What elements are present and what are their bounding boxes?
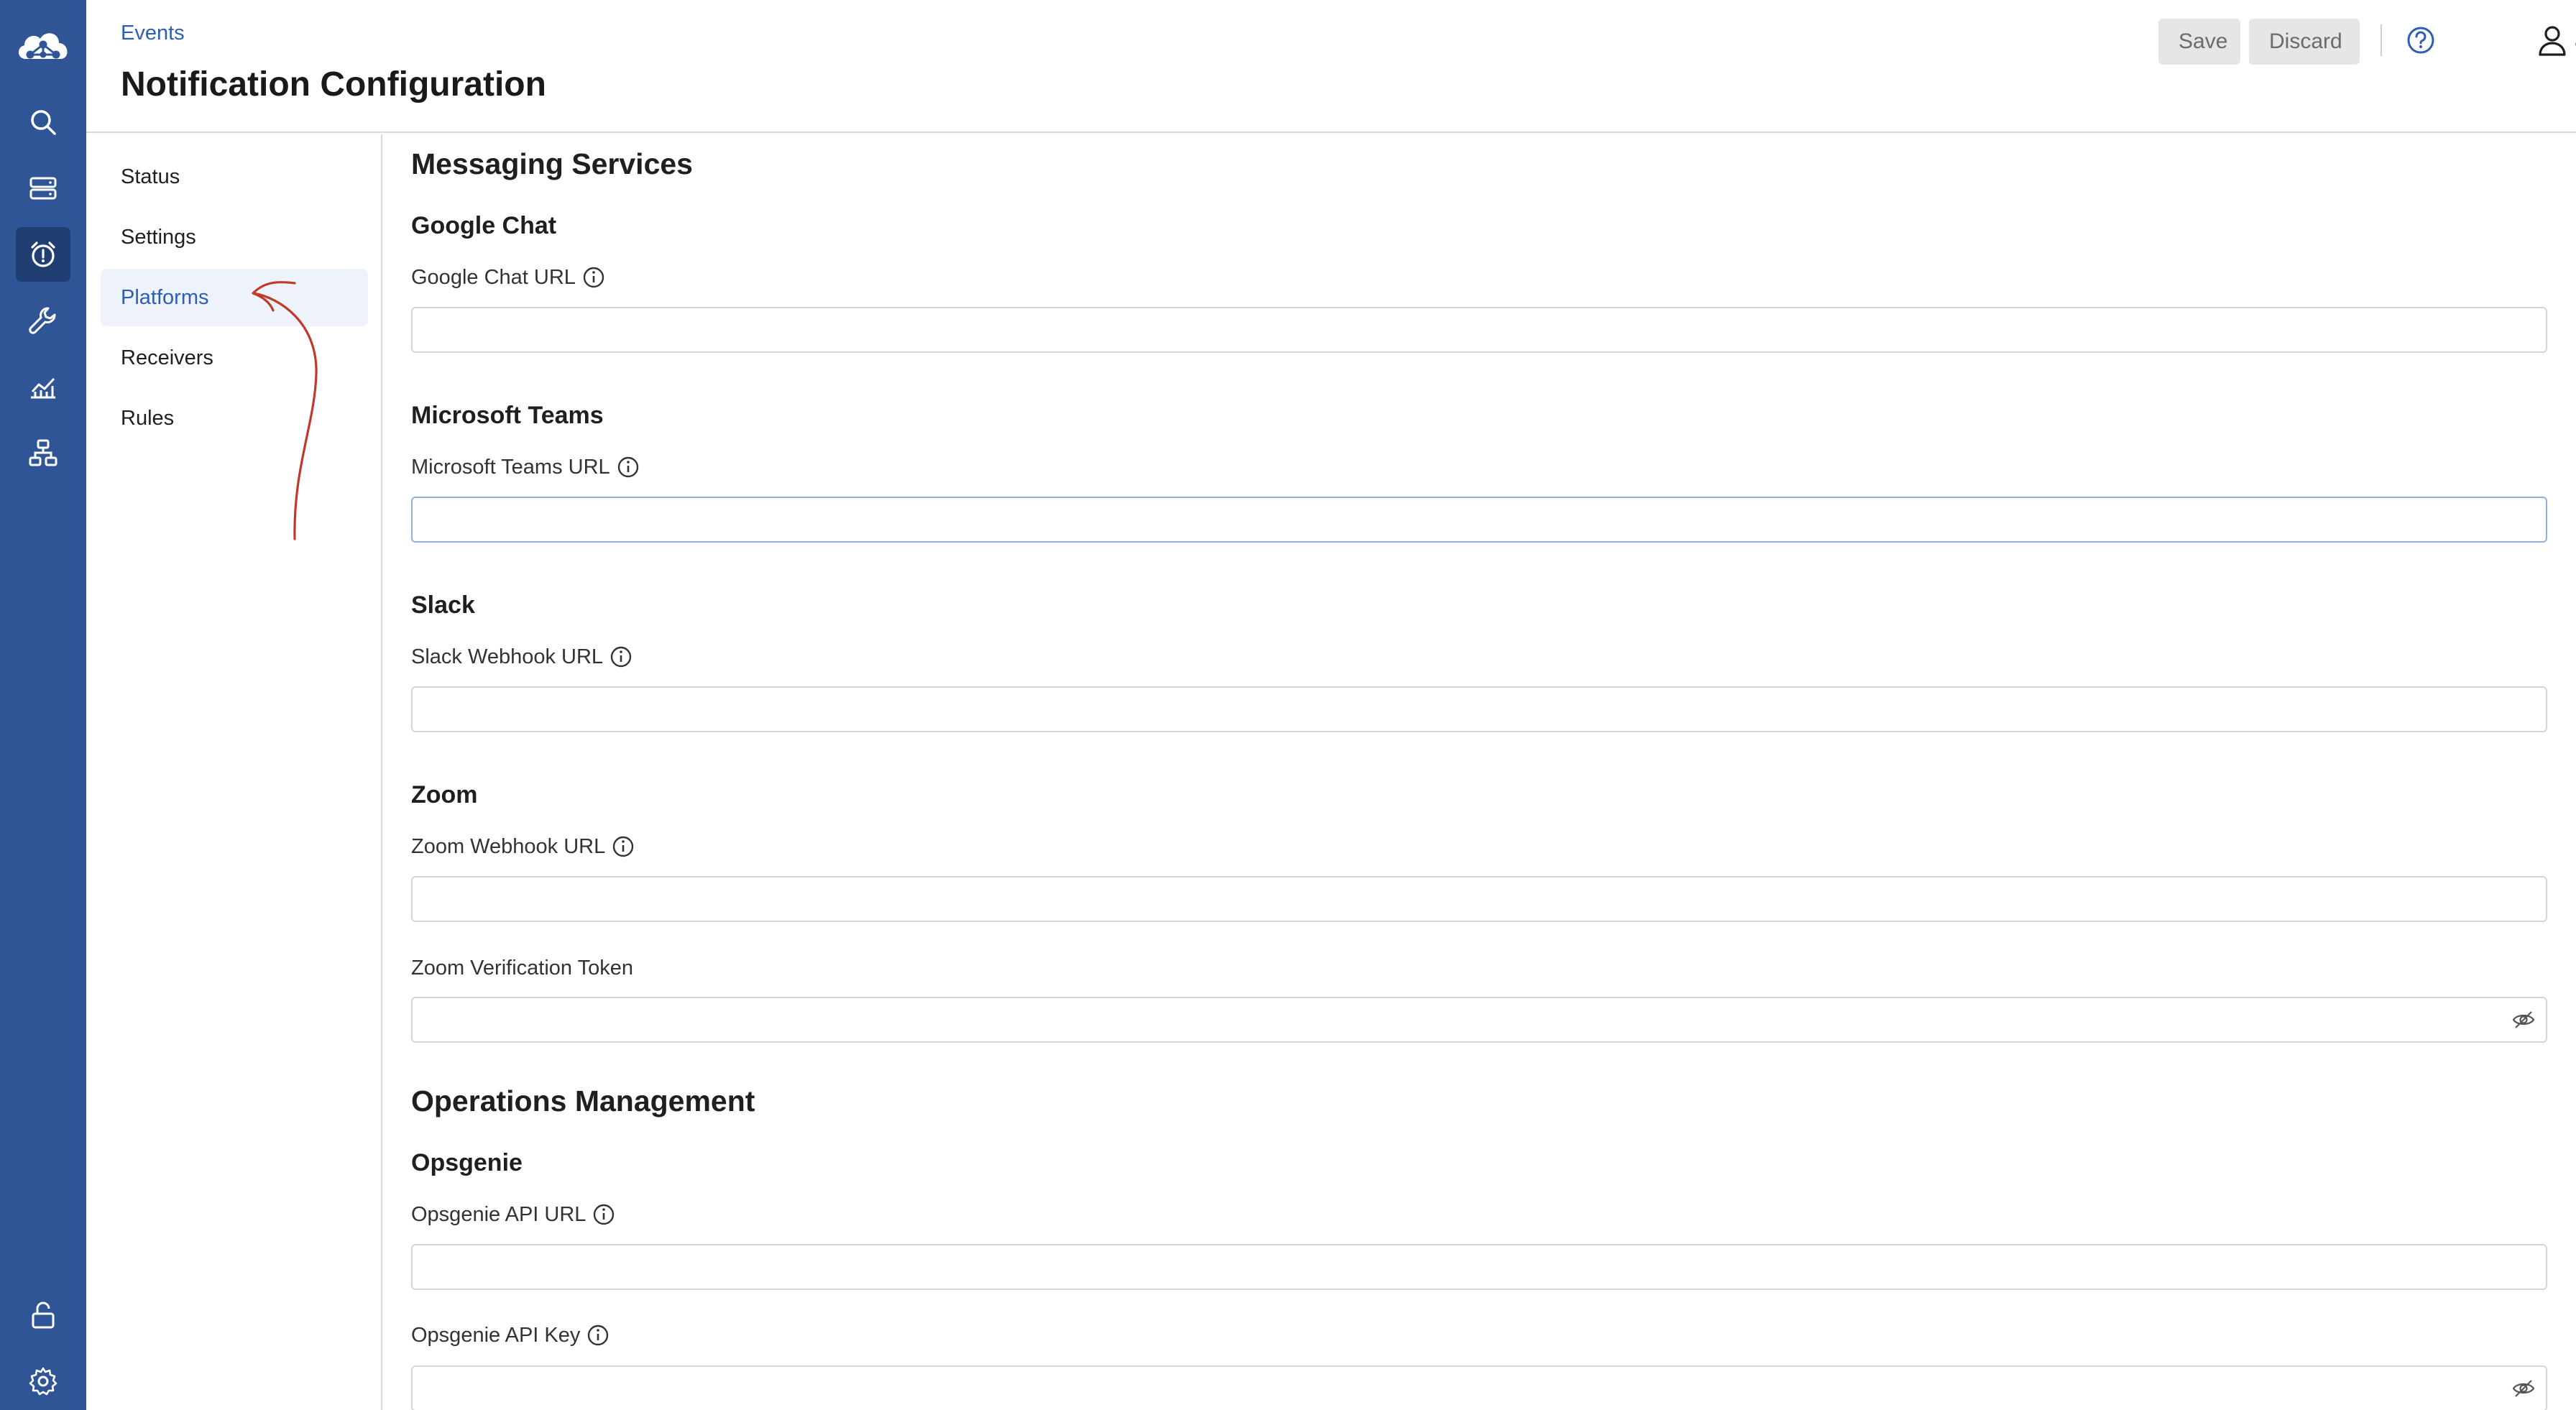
devices-icon[interactable] <box>16 161 70 216</box>
messaging-services-heading: Messaging Services <box>411 147 693 180</box>
settings-subnav: Status Settings Platforms Receivers Rule… <box>86 134 382 1410</box>
cloud-logo-icon[interactable] <box>13 22 73 72</box>
discard-button[interactable]: Discard <box>2249 19 2360 65</box>
platforms-form: Messaging Services Google Chat Google Ch… <box>384 134 2576 1410</box>
settings-gear-icon[interactable] <box>16 1354 70 1409</box>
subnav-item-rules[interactable]: Rules <box>101 390 368 447</box>
info-icon[interactable] <box>611 834 635 859</box>
zoom-heading: Zoom <box>411 781 478 808</box>
slack-heading: Slack <box>411 591 475 619</box>
info-icon[interactable] <box>581 265 606 290</box>
slack-url-label: Slack Webhook URL <box>411 645 633 669</box>
help-icon[interactable] <box>2405 24 2437 56</box>
info-icon[interactable] <box>592 1202 616 1227</box>
subnav-item-status[interactable]: Status <box>101 148 368 206</box>
info-icon[interactable] <box>609 645 633 669</box>
zoom-verification-token-input[interactable] <box>411 997 2547 1043</box>
subnav-item-platforms[interactable]: Platforms <box>101 269 368 326</box>
opsgenie-key-label-text: Opsgenie API Key <box>411 1323 581 1347</box>
breadcrumb-events-link[interactable]: Events <box>121 22 185 45</box>
subnav-item-receivers[interactable]: Receivers <box>101 329 368 387</box>
left-rail <box>0 0 86 1410</box>
zoom-token-label: Zoom Verification Token <box>411 957 633 980</box>
app-root: Events Notification Configuration Save D… <box>0 0 2576 1410</box>
search-icon[interactable] <box>16 95 70 149</box>
info-icon[interactable] <box>616 455 640 479</box>
unlock-icon[interactable] <box>16 1288 70 1342</box>
microsoft-teams-heading: Microsoft Teams <box>411 402 604 429</box>
save-button[interactable]: Save <box>2158 19 2240 65</box>
events-alarm-icon[interactable] <box>16 227 70 282</box>
zoom-webhook-url-input[interactable] <box>411 876 2547 922</box>
opsgenie-key-label: Opsgenie API Key <box>411 1323 610 1347</box>
teams-url-input[interactable] <box>411 497 2547 543</box>
page-title: Notification Configuration <box>121 65 546 103</box>
opsgenie-url-label: Opsgenie API URL <box>411 1202 616 1227</box>
opsgenie-heading: Opsgenie <box>411 1149 523 1176</box>
operations-management-heading: Operations Management <box>411 1084 755 1118</box>
hide-password-eye-icon[interactable] <box>2511 1376 2536 1401</box>
provisioning-wrench-icon[interactable] <box>16 293 70 348</box>
google-chat-url-label-text: Google Chat URL <box>411 265 576 289</box>
metrics-chart-icon[interactable] <box>16 359 70 414</box>
google-chat-heading: Google Chat <box>411 212 557 239</box>
zoom-url-label-text: Zoom Webhook URL <box>411 834 606 858</box>
google-chat-url-input[interactable] <box>411 307 2547 353</box>
header-divider <box>2380 24 2382 56</box>
slack-url-label-text: Slack Webhook URL <box>411 645 604 668</box>
teams-url-label-text: Microsoft Teams URL <box>411 455 610 479</box>
google-chat-url-label: Google Chat URL <box>411 265 606 290</box>
info-icon[interactable] <box>586 1323 610 1347</box>
subnav-item-settings[interactable]: Settings <box>101 208 368 266</box>
page-header: Events Notification Configuration Save D… <box>86 0 2576 133</box>
hide-password-eye-icon[interactable] <box>2511 1008 2536 1032</box>
opsgenie-api-url-input[interactable] <box>411 1244 2547 1290</box>
teams-url-label: Microsoft Teams URL <box>411 455 640 479</box>
opsgenie-api-key-input[interactable] <box>411 1365 2547 1410</box>
user-icon[interactable] <box>2536 23 2569 57</box>
opsgenie-url-label-text: Opsgenie API URL <box>411 1202 586 1226</box>
topology-icon[interactable] <box>16 425 70 480</box>
slack-webhook-url-input[interactable] <box>411 686 2547 732</box>
zoom-url-label: Zoom Webhook URL <box>411 834 635 859</box>
